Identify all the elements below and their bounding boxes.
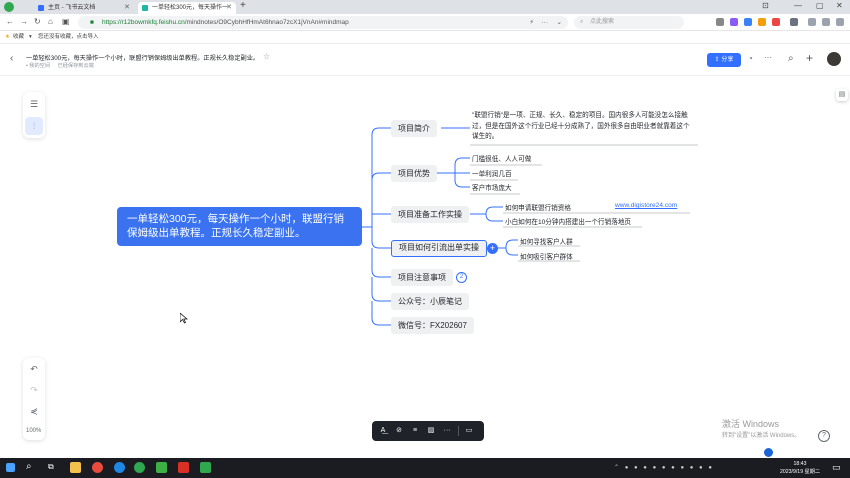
traffic-item[interactable]: 如何寻找客户人群 (520, 236, 573, 246)
collapsed-count-badge[interactable]: 2 (456, 272, 467, 283)
branch-notes[interactable]: 项目注意事项 (391, 269, 453, 286)
intro-description[interactable]: "联盟行销"是一项、正规、长久、稳定的项目。国内很多人可能没怎么接触过，但是在国… (472, 111, 696, 143)
activation-watermark-sub: 转到"设置"以激活 Windows。 (722, 433, 801, 439)
connector-notes (371, 248, 391, 278)
branch-traffic-practice[interactable]: 项目如何引流出单实操 (391, 240, 487, 257)
active-app-icon[interactable] (200, 462, 211, 473)
branch-project-advantages[interactable]: 项目优势 (391, 165, 437, 182)
ime-toolbar[interactable] (764, 448, 848, 458)
prep-item[interactable]: 如何申请联盟行销资格 (505, 202, 571, 212)
divider (458, 426, 459, 436)
help-icon[interactable]: ? (818, 430, 830, 442)
connector-advantage (371, 172, 391, 181)
ime-logo-icon (764, 448, 773, 457)
wechat-icon[interactable] (156, 462, 167, 473)
windows-taskbar: ⌕ ⧉ ⌃ ● ● ● ● ● ● ● ● ● ● 18:43 2023/9/1… (0, 458, 850, 478)
clock-date: 2023/9/19 星期二 (780, 469, 821, 475)
activation-watermark-title: 激活 Windows (722, 419, 780, 429)
advantage-item[interactable]: 客户市场庞大 (472, 182, 512, 192)
windows-start-icon[interactable] (6, 463, 15, 472)
branch-prep-practice[interactable]: 项目准备工作实操 (391, 206, 469, 223)
file-explorer-icon[interactable] (70, 462, 81, 473)
traffic-item[interactable]: 如何吸引客户群体 (520, 251, 573, 261)
floating-toolbar: A͟ ⊘ ≡ ▨ ··· ▭ (372, 421, 484, 441)
prep-link[interactable]: www.digistore24.com (615, 202, 677, 209)
image-icon[interactable]: ▨ (424, 424, 438, 438)
branch-project-intro[interactable]: 项目简介 (391, 120, 437, 137)
prep-item[interactable]: 小白如何在10分钟内搭建出一个行销落地页 (505, 216, 631, 226)
branch-wechat-public[interactable]: 公众号：小辰笔记 (391, 293, 469, 310)
task-view-icon[interactable]: ⧉ (48, 462, 54, 472)
connector-intro (371, 127, 391, 227)
youdao-icon[interactable] (178, 462, 189, 473)
branch-wechat-id[interactable]: 微信号：FX202607 (391, 317, 474, 334)
edge-icon[interactable] (114, 462, 125, 473)
add-child-icon[interactable]: + (487, 243, 498, 254)
connector-wechat-pub (371, 277, 391, 302)
more-icon[interactable]: ··· (440, 424, 454, 438)
connector-wechat-id (371, 301, 391, 326)
connector-adv-group (437, 157, 470, 188)
tray-icons[interactable]: ⌃ ● ● ● ● ● ● ● ● ● ● (614, 464, 774, 472)
check-icon[interactable]: ⊘ (392, 424, 406, 438)
advantage-item[interactable]: 门槛很低、人人可做 (472, 153, 531, 163)
connector-traffic (371, 227, 391, 249)
chrome-icon[interactable] (92, 462, 103, 473)
mouse-cursor-icon (180, 313, 188, 324)
search-icon[interactable]: ⌕ (26, 461, 32, 472)
root-node[interactable]: 一单轻松300元，每天操作一个小时，联盟行销保姆级出单教程。正规长久稳定副业。 (117, 207, 362, 246)
notification-icon[interactable]: ▭ (832, 462, 841, 473)
system-clock[interactable]: 18:43 2023/9/19 星期二 (780, 460, 820, 476)
list-icon[interactable]: ≡ (408, 424, 422, 438)
clock-time: 18:43 (793, 461, 807, 467)
connector-traffic-group (498, 239, 518, 256)
browser-360-icon[interactable] (134, 462, 145, 473)
comment-icon[interactable]: ▭ (462, 424, 476, 438)
advantage-item[interactable]: 一单利润几百 (472, 168, 512, 178)
connector-prep-group (470, 206, 503, 222)
text-style-icon[interactable]: A͟ (376, 424, 390, 438)
